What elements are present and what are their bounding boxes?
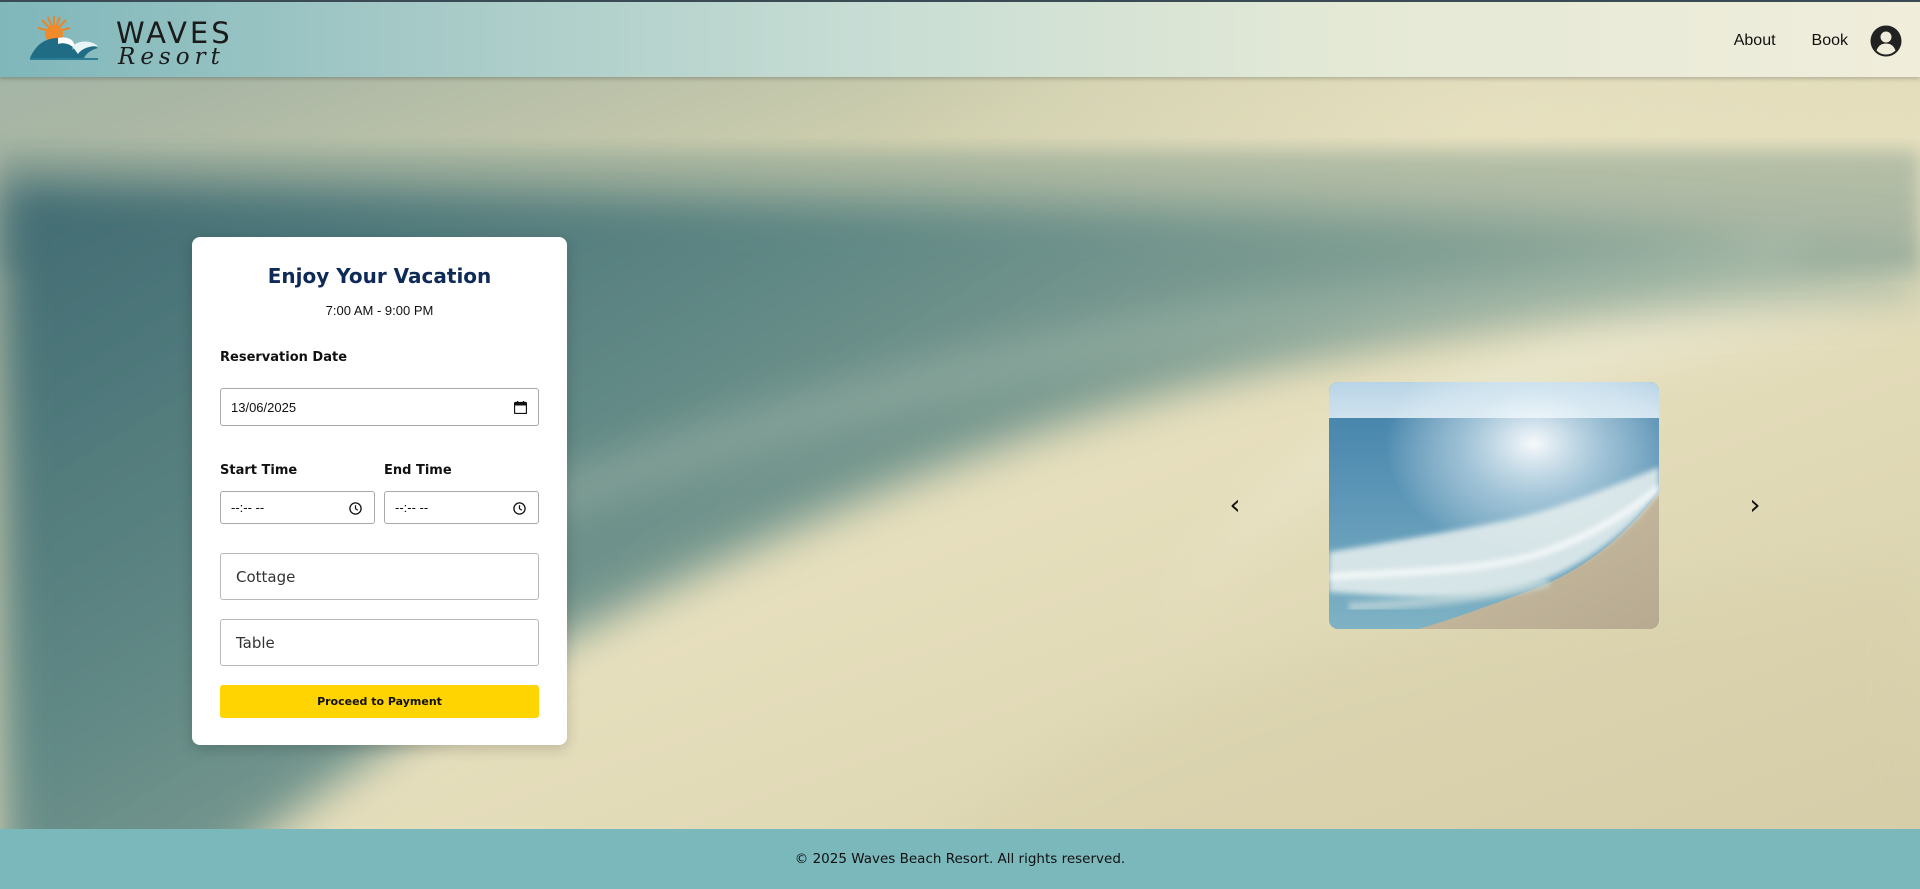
nav-book-link[interactable]: Book bbox=[1812, 32, 1848, 50]
reservation-date-input[interactable]: 13/06/2025 bbox=[220, 388, 539, 426]
booking-card: Enjoy Your Vacation 7:00 AM - 9:00 PM Re… bbox=[192, 237, 567, 745]
start-time-value: --:-- -- bbox=[231, 500, 265, 515]
copyright-text: © 2025 Waves Beach Resort. All rights re… bbox=[794, 851, 1126, 867]
reservation-date-value: 13/06/2025 bbox=[231, 399, 297, 415]
proceed-to-payment-button[interactable]: Proceed to Payment bbox=[220, 685, 539, 718]
table-select[interactable]: Table bbox=[220, 619, 539, 666]
nav-about-link[interactable]: About bbox=[1734, 32, 1776, 50]
site-header: WAVES Resort About Book bbox=[0, 0, 1920, 77]
main-nav: About Book bbox=[1734, 2, 1920, 79]
reservation-date-label: Reservation Date bbox=[220, 350, 348, 365]
booking-title: Enjoy Your Vacation bbox=[267, 264, 492, 288]
opening-hours: 7:00 AM - 9:00 PM bbox=[325, 303, 434, 318]
start-time-label: Start Time bbox=[220, 463, 298, 478]
start-time-input[interactable]: --:-- -- bbox=[220, 491, 375, 524]
logo[interactable]: WAVES Resort bbox=[28, 14, 230, 70]
end-time-input[interactable]: --:-- -- bbox=[384, 491, 539, 524]
carousel-next-button[interactable]: › bbox=[1740, 486, 1770, 522]
end-time-value: --:-- -- bbox=[395, 500, 429, 515]
clock-icon[interactable] bbox=[513, 502, 526, 515]
logo-tagline: Resort bbox=[118, 44, 225, 70]
user-circle-icon[interactable] bbox=[1870, 25, 1902, 57]
carousel-prev-button[interactable]: ‹ bbox=[1220, 486, 1250, 522]
end-time-label: End Time bbox=[384, 463, 452, 478]
table-placeholder: Table bbox=[236, 633, 275, 652]
site-footer: © 2025 Waves Beach Resort. All rights re… bbox=[0, 829, 1920, 889]
logo-wave-sun-icon bbox=[30, 16, 98, 60]
clock-icon[interactable] bbox=[349, 502, 362, 515]
calendar-icon[interactable] bbox=[514, 401, 527, 414]
cottage-select[interactable]: Cottage bbox=[220, 553, 539, 600]
carousel-image bbox=[1329, 382, 1659, 629]
cottage-placeholder: Cottage bbox=[236, 567, 296, 586]
page: WAVES Resort About Book Enjoy Your Vacat… bbox=[0, 0, 1920, 889]
